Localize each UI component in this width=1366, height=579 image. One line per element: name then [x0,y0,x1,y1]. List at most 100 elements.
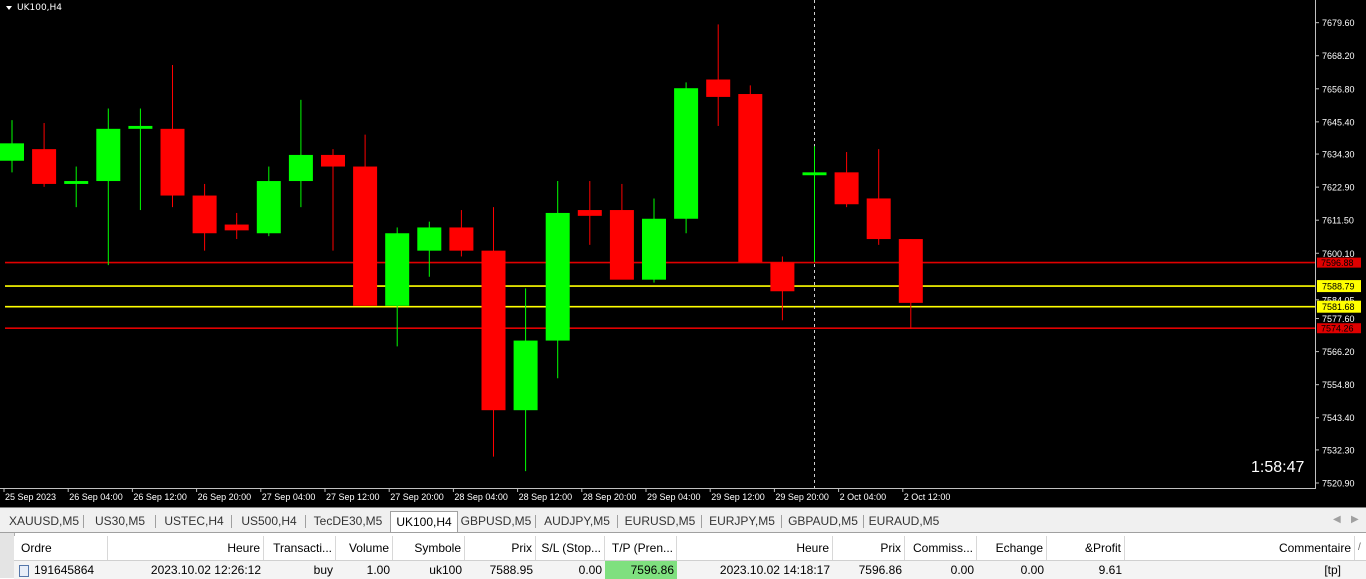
price-tick-label: 7622.90 [1322,183,1355,193]
tab-eurjpy-m5[interactable]: EURJPY,M5 [702,512,782,530]
sort-indicator-icon: / [1355,536,1366,560]
candle-body [224,224,249,231]
price-tick-label: 7554.80 [1322,380,1355,390]
column-header-profit[interactable]: &Profit [1047,536,1125,560]
candle-body [770,262,795,292]
tab-gbpaud-m5[interactable]: GBPAUD,M5 [782,512,864,530]
dropdown-triangle-icon[interactable] [6,6,12,10]
tab-eurusd-m5[interactable]: EURUSD,M5 [618,512,702,530]
candle-body [706,79,731,97]
candle-body [256,181,281,234]
tab-us500-h4[interactable]: US500,H4 [232,512,306,530]
time-tick-label: 28 Sep 20:00 [583,492,637,502]
tab-ustec-h4[interactable]: USTEC,H4 [156,512,232,530]
column-header-commission[interactable]: Commiss... [905,536,977,560]
tab-audjpy-m5[interactable]: AUDJPY,M5 [536,512,618,530]
time-tick-label: 26 Sep 12:00 [133,492,187,502]
price-tick-label: 7566.20 [1322,347,1355,357]
candle-body [32,149,57,184]
candle-body [866,198,891,240]
price-tick-label: 7611.50 [1322,216,1354,226]
cell-swap: 0.00 [1020,563,1044,577]
chart-tabs-bar: XAUUSD,M5 US30,M5 USTEC,H4 US500,H4 TecDE30,… [0,508,1366,533]
chart-symbol-label[interactable]: UK100,H4 [6,3,62,13]
candle-body [288,154,313,182]
column-header-stop-loss[interactable]: S/L (Stop... [536,536,605,560]
terminal-side-text: inal [0,556,3,574]
candle-body [449,227,474,251]
bar-countdown: 1:58:47 [1251,459,1305,476]
time-tick-label: 28 Sep 12:00 [519,492,573,502]
candle-body [802,172,827,176]
time-tick-label: 29 Sep 04:00 [647,492,701,502]
cell-close-price: 7596.86 [858,563,902,577]
candle-body [417,227,442,251]
candle-body [674,88,699,219]
time-tick-label: 28 Sep 04:00 [454,492,508,502]
time-tick-label: 2 Oct 04:00 [840,492,887,502]
candle-body [64,181,89,184]
price-level-tag-text: 7581.68 [1322,302,1355,312]
tab-gbpusd-m5[interactable]: GBPUSD,M5 [456,512,536,530]
price-level-tag-text: 7588.79 [1322,282,1355,292]
price-tick-label: 7645.40 [1322,117,1355,127]
symbol-text: UK100,H4 [17,3,63,13]
cell-stop-loss: 0.00 [578,563,602,577]
column-header-price[interactable]: Prix [465,536,536,560]
candle-body [898,239,923,303]
tab-tecde30-m5[interactable]: TecDE30,M5 [306,512,390,530]
candle-body [642,218,666,280]
candle-body [609,210,634,280]
price-tick-label: 7668.20 [1322,51,1355,61]
candle-body [738,94,763,263]
cell-type: buy [313,563,333,577]
column-header-order[interactable]: Ordre [14,536,108,560]
candle-body [160,128,185,196]
tab-scroll-right-icon[interactable]: ▶ [1351,514,1359,525]
tab-uk100-h4[interactable]: UK100,H4 [390,511,458,532]
column-header-swap[interactable]: Echange [977,536,1047,560]
tab-scroll-left-icon[interactable]: ◀ [1333,514,1341,525]
column-header-time[interactable]: Heure [108,536,264,560]
price-chart[interactable]: 7679.60 7668.20 7656.80 7645.40 7634.30 7622.… [0,0,1366,507]
time-tick-label: 27 Sep 20:00 [390,492,444,502]
candle-body [96,128,121,182]
time-tick-label: 27 Sep 12:00 [326,492,380,502]
column-header-close-price[interactable]: Prix [833,536,905,560]
terminal-side-label[interactable]: inal [0,533,15,578]
column-header-take-profit[interactable]: T/P (Pren... [605,536,677,560]
cell-time: 2023.10.02 12:26:12 [150,563,261,577]
table-row[interactable]: 191645864 2023.10.02 12:26:12 buy 1.00 uk100… [14,560,1366,579]
tab-us30-m5[interactable]: US30,M5 [84,512,156,530]
tab-euraud-m5[interactable]: EURAUD,M5 [864,512,944,530]
column-header-symbol[interactable]: Symbole [393,536,465,560]
time-tick-label: 29 Sep 12:00 [711,492,765,502]
price-tick-label: 7634.30 [1322,150,1355,160]
price-tick-label: 7532.30 [1322,445,1355,455]
candle-body [385,233,410,306]
candle-body [577,210,602,216]
cell-close-time: 2023.10.02 14:18:17 [719,563,830,577]
candle-body [481,250,506,411]
candle-body [834,172,859,205]
time-tick-label: 27 Sep 04:00 [262,492,316,502]
price-level-tag-text: 7574.26 [1321,324,1354,334]
cell-order: 191645864 [14,561,108,579]
column-header-comment[interactable]: Commentaire [1125,536,1355,560]
time-tick-label: 26 Sep 20:00 [198,492,252,502]
price-level-tag-text: 7596.88 [1321,258,1354,268]
candle-body [353,166,378,306]
column-header-type[interactable]: Transacti... [264,536,336,560]
candle-body [0,143,24,161]
candle-body [192,195,217,234]
price-tick-label: 7679.60 [1322,18,1355,28]
column-header-close-time[interactable]: Heure [677,536,833,560]
terminal-panel: inal Ordre Heure Transacti... Volume Symbole… [0,533,1366,579]
price-tick-label: 7520.90 [1322,479,1355,489]
column-header-volume[interactable]: Volume [336,536,393,560]
tab-xauusd-m5[interactable]: XAUUSD,M5 [4,512,84,530]
cell-take-profit: 7596.86 [605,561,677,579]
cell-price: 7588.95 [489,563,533,577]
chart-area[interactable]: 7679.60 7668.20 7656.80 7645.40 7634.30 7622.… [0,0,1366,508]
time-tick-label: 2 Oct 12:00 [904,492,951,502]
